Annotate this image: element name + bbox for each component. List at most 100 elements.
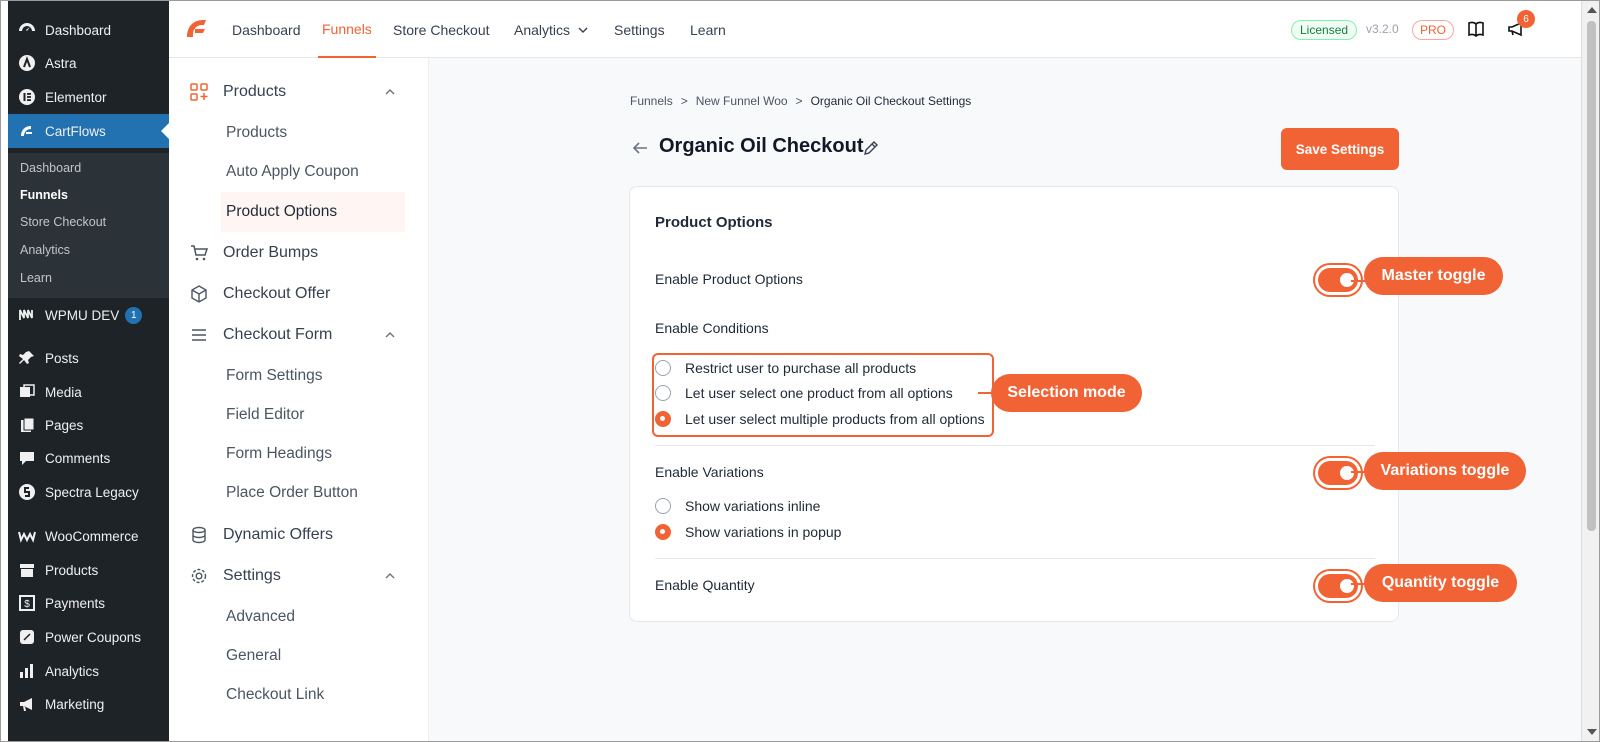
condition-option-multiple[interactable]: Let user select multiple products from a… xyxy=(655,409,985,429)
subnav-checkout-link[interactable]: Checkout Link xyxy=(226,686,324,704)
version-label: v3.2.0 xyxy=(1366,22,1399,36)
callout-connector xyxy=(1351,471,1365,473)
subnav-form-settings[interactable]: Form Settings xyxy=(226,367,322,385)
back-arrow-icon[interactable] xyxy=(630,138,650,158)
subnav-general[interactable]: General xyxy=(226,647,281,665)
submenu-analytics[interactable]: Analytics xyxy=(20,243,70,257)
chevron-down-icon xyxy=(578,27,588,33)
wp-menu-wpmudev[interactable]: WPMU DEV 1 xyxy=(8,298,169,332)
products-grid-icon xyxy=(189,82,209,102)
page-title: Organic Oil Checkout xyxy=(659,135,864,157)
section-settings[interactable]: Settings xyxy=(189,561,281,591)
subnav-advanced[interactable]: Advanced xyxy=(226,608,295,626)
gear-icon xyxy=(189,566,209,586)
wp-menu-marketing[interactable]: Marketing xyxy=(8,687,169,721)
subnav-auto-apply-coupon[interactable]: Auto Apply Coupon xyxy=(226,163,359,181)
book-icon[interactable] xyxy=(1466,19,1486,39)
vertical-scrollbar[interactable] xyxy=(1581,1,1599,741)
nav-learn[interactable]: Learn xyxy=(690,1,726,58)
submenu-store-checkout[interactable]: Store Checkout xyxy=(20,215,106,229)
analytics-bars-icon xyxy=(17,661,37,681)
wp-menu-astra[interactable]: Astra xyxy=(8,46,169,80)
chevron-up-icon[interactable] xyxy=(384,86,396,98)
scroll-down-arrow-icon[interactable] xyxy=(1587,729,1597,735)
svg-text:$: $ xyxy=(24,599,30,610)
submenu-dashboard[interactable]: Dashboard xyxy=(20,161,81,175)
wp-menu-media[interactable]: Media xyxy=(8,375,169,409)
wp-menu-pages[interactable]: Pages xyxy=(8,408,169,442)
enable-quantity-toggle[interactable] xyxy=(1318,574,1358,598)
wp-menu-dashboard[interactable]: Dashboard xyxy=(8,13,169,47)
subnav-product-options[interactable]: Product Options xyxy=(221,192,405,232)
edit-pencil-icon[interactable] xyxy=(863,140,879,156)
radio-button-selected[interactable] xyxy=(655,411,671,427)
condition-option-label: Let user select multiple products from a… xyxy=(685,411,985,427)
wpmudev-icon xyxy=(17,305,37,325)
callout-connector xyxy=(978,392,992,394)
nav-settings[interactable]: Settings xyxy=(614,1,665,58)
breadcrumb-funnel[interactable]: New Funnel Woo xyxy=(696,94,788,108)
radio-button[interactable] xyxy=(655,498,671,514)
enable-quantity-label: Enable Quantity xyxy=(655,577,755,593)
enable-variations-toggle[interactable] xyxy=(1318,461,1358,485)
callout-variations-toggle: Variations toggle xyxy=(1364,452,1526,490)
notification-count-badge: 6 xyxy=(1517,10,1535,28)
variation-option-popup[interactable]: Show variations in popup xyxy=(655,522,841,542)
cart-icon xyxy=(189,243,209,263)
wp-menu-posts[interactable]: Posts xyxy=(8,341,169,375)
subnav-place-order-button[interactable]: Place Order Button xyxy=(226,484,358,502)
section-dynamic-offers[interactable]: Dynamic Offers xyxy=(189,520,333,550)
breadcrumb-funnels[interactable]: Funnels xyxy=(630,94,673,108)
wp-menu-analytics[interactable]: Analytics xyxy=(8,654,169,688)
submenu-learn[interactable]: Learn xyxy=(20,271,52,285)
nav-dashboard[interactable]: Dashboard xyxy=(232,1,301,58)
variation-option-label: Show variations in popup xyxy=(685,524,842,540)
divider xyxy=(655,558,1375,559)
subnav-field-editor[interactable]: Field Editor xyxy=(226,406,304,424)
chevron-up-icon[interactable] xyxy=(384,570,396,582)
wp-menu-elementor[interactable]: Elementor xyxy=(8,80,169,114)
nav-store-checkout[interactable]: Store Checkout xyxy=(393,1,490,58)
callout-quantity-toggle: Quantity toggle xyxy=(1364,564,1517,602)
pages-icon xyxy=(17,415,37,435)
section-checkout-form[interactable]: Checkout Form xyxy=(189,320,332,350)
enable-product-options-label: Enable Product Options xyxy=(655,271,803,287)
section-products[interactable]: Products xyxy=(189,77,286,107)
condition-option-one[interactable]: Let user select one product from all opt… xyxy=(655,383,953,403)
spectra-icon xyxy=(17,482,37,502)
wp-menu-payments[interactable]: $ Payments xyxy=(8,586,169,620)
scroll-up-arrow-icon[interactable] xyxy=(1587,7,1597,13)
wp-menu-woocommerce[interactable]: WooCommerce xyxy=(8,519,169,553)
products-box-icon xyxy=(17,560,37,580)
card-title: Product Options xyxy=(655,214,773,231)
nav-funnels[interactable]: Funnels xyxy=(318,1,376,58)
cartflows-icon xyxy=(17,121,37,141)
dashboard-icon xyxy=(17,20,37,40)
radio-button[interactable] xyxy=(655,360,671,376)
scrollbar-thumb[interactable] xyxy=(1587,21,1596,531)
section-checkout-offer[interactable]: Checkout Offer xyxy=(189,279,330,309)
nav-analytics[interactable]: Analytics xyxy=(514,1,589,58)
breadcrumb-separator: > xyxy=(680,94,688,108)
variation-option-inline[interactable]: Show variations inline xyxy=(655,496,820,516)
save-settings-button[interactable]: Save Settings xyxy=(1281,128,1399,170)
chevron-up-icon[interactable] xyxy=(384,329,396,341)
cartflows-logo-icon[interactable] xyxy=(183,15,211,43)
wp-menu-comments[interactable]: Comments xyxy=(8,441,169,475)
callout-connector xyxy=(1351,583,1365,585)
section-order-bumps[interactable]: Order Bumps xyxy=(189,238,318,268)
radio-button[interactable] xyxy=(655,385,671,401)
subnav-form-headings[interactable]: Form Headings xyxy=(226,445,332,463)
wp-menu-products[interactable]: Products xyxy=(8,553,169,587)
elementor-icon xyxy=(17,87,37,107)
wp-menu-cartflows[interactable]: CartFlows xyxy=(8,114,169,148)
condition-option-restrict[interactable]: Restrict user to purchase all products xyxy=(655,358,916,378)
breadcrumb: Funnels > New Funnel Woo > Organic Oil C… xyxy=(630,94,971,108)
variation-option-label: Show variations inline xyxy=(685,498,821,514)
submenu-funnels[interactable]: Funnels xyxy=(20,188,68,202)
wp-menu-spectra[interactable]: Spectra Legacy xyxy=(8,475,169,509)
radio-button-selected[interactable] xyxy=(655,524,671,540)
subnav-products[interactable]: Products xyxy=(226,124,287,142)
wp-admin-sidebar: Dashboard Astra Elementor CartFlows Dash… xyxy=(8,1,169,741)
wp-menu-power-coupons[interactable]: Power Coupons xyxy=(8,620,169,654)
